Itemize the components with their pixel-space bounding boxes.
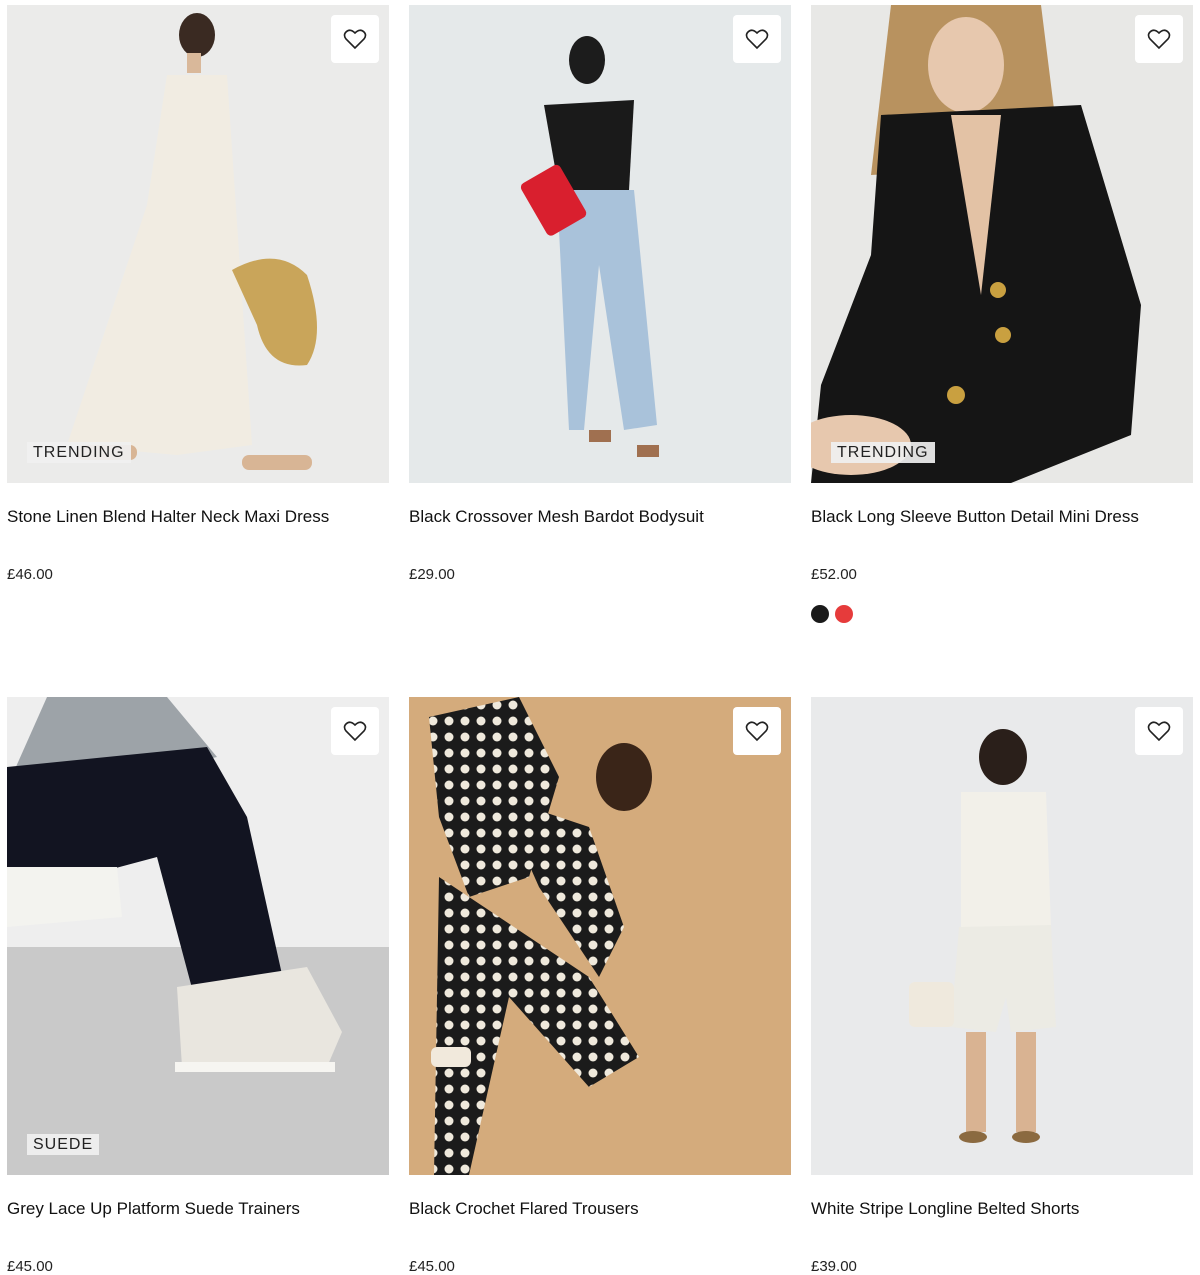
product-badge: TRENDING — [27, 442, 131, 463]
product-card[interactable]: White Stripe Longline Belted Shorts £39.… — [811, 697, 1193, 1275]
heart-icon — [343, 721, 367, 742]
heart-icon — [745, 721, 769, 742]
product-badge: TRENDING — [831, 442, 935, 463]
model-photo — [909, 729, 1056, 1143]
product-price: £45.00 — [7, 1258, 53, 1275]
product-title[interactable]: Black Crossover Mesh Bardot Bodysuit — [409, 506, 791, 528]
heart-icon — [1147, 721, 1171, 742]
model-photo — [520, 36, 659, 457]
wishlist-button[interactable] — [331, 15, 379, 63]
model-photo — [67, 13, 317, 470]
wishlist-button[interactable] — [733, 707, 781, 755]
color-swatch-black[interactable] — [811, 605, 829, 623]
wishlist-button[interactable] — [1135, 707, 1183, 755]
product-card[interactable]: TRENDING Stone Linen Blend Halter Neck M… — [7, 5, 389, 583]
product-card[interactable]: TRENDING Black Long Sleeve Button Detail… — [811, 5, 1193, 623]
wishlist-button[interactable] — [1135, 15, 1183, 63]
product-badge: SUEDE — [27, 1134, 100, 1155]
heart-icon — [745, 29, 769, 50]
product-image[interactable] — [409, 5, 791, 483]
product-title[interactable]: White Stripe Longline Belted Shorts — [811, 1198, 1193, 1220]
product-card[interactable]: Black Crossover Mesh Bardot Bodysuit £29… — [409, 5, 791, 583]
product-price: £45.00 — [409, 1258, 455, 1275]
color-swatches — [811, 605, 1193, 623]
product-image[interactable]: SUEDE — [7, 697, 389, 1175]
product-grid: TRENDING Stone Linen Blend Halter Neck M… — [0, 0, 1200, 1275]
product-image[interactable] — [811, 697, 1193, 1175]
product-title[interactable]: Black Long Sleeve Button Detail Mini Dre… — [811, 506, 1193, 528]
heart-icon — [1147, 29, 1171, 50]
product-image[interactable]: TRENDING — [811, 5, 1193, 483]
heart-icon — [343, 29, 367, 50]
product-title[interactable]: Grey Lace Up Platform Suede Trainers — [7, 1198, 389, 1220]
product-card[interactable]: Black Crochet Flared Trousers £45.00 — [409, 697, 791, 1275]
product-image[interactable]: TRENDING — [7, 5, 389, 483]
model-photo — [811, 5, 1141, 483]
product-title[interactable]: Black Crochet Flared Trousers — [409, 1198, 791, 1220]
product-price: £29.00 — [409, 566, 455, 583]
product-card[interactable]: SUEDE Grey Lace Up Platform Suede Traine… — [7, 697, 389, 1275]
product-price: £52.00 — [811, 566, 857, 583]
product-price: £46.00 — [7, 566, 53, 583]
color-swatch-red[interactable] — [835, 605, 853, 623]
wishlist-button[interactable] — [733, 15, 781, 63]
product-price: £39.00 — [811, 1258, 857, 1275]
product-title[interactable]: Stone Linen Blend Halter Neck Maxi Dress — [7, 506, 389, 528]
product-image[interactable] — [409, 697, 791, 1175]
wishlist-button[interactable] — [331, 707, 379, 755]
model-photo — [429, 697, 652, 1175]
model-photo — [7, 697, 389, 1175]
